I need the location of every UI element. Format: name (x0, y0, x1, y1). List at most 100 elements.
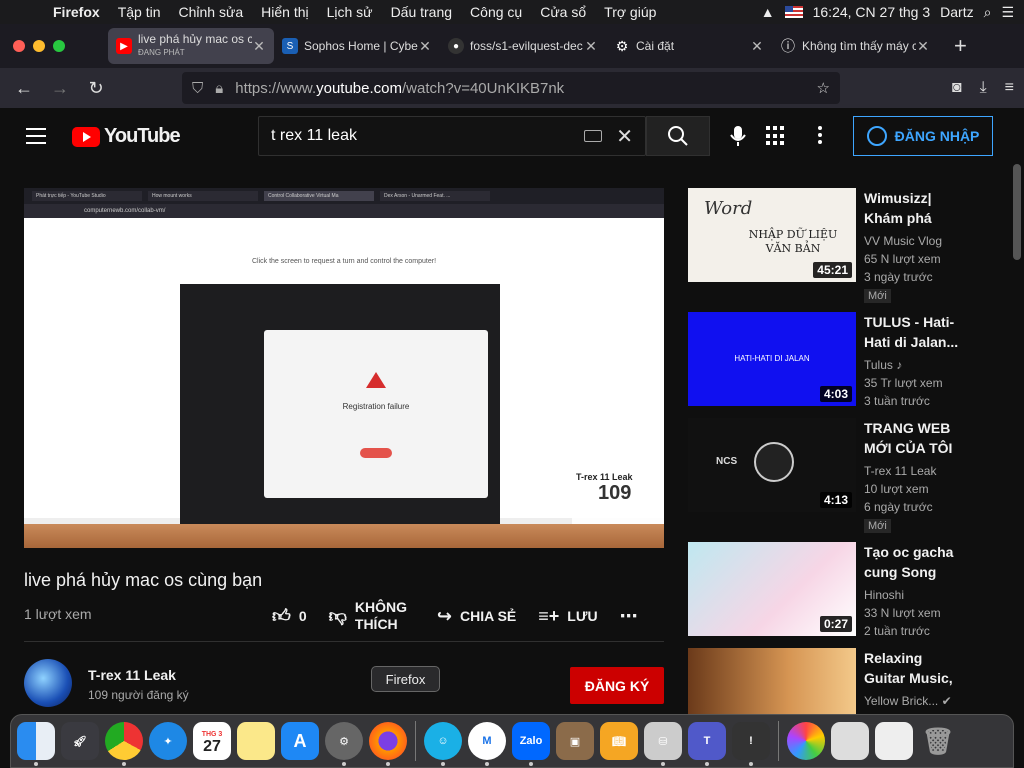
minimize-window-button[interactable] (33, 40, 45, 52)
url-bar[interactable]: ⛉ 🔒︎ https://www.youtube.com/watch?v=40U… (182, 72, 840, 104)
close-tab-icon[interactable]: ✕ (916, 38, 930, 55)
related-video-title[interactable]: TULUS - Hati-Hati di Jalan... (864, 312, 964, 352)
menubar-clock[interactable]: 16:24, CN 27 thg 3 (813, 4, 931, 20)
menu-view[interactable]: Hiển thị (252, 4, 317, 20)
disk-utility-icon[interactable]: ⛁ (644, 722, 682, 766)
teams-icon[interactable]: T (688, 722, 726, 766)
forward-arrow-icon[interactable]: → (42, 78, 78, 99)
related-video-card[interactable]: Relaxing Guitar Music, Calm... Yellow Br… (688, 648, 1008, 714)
video-thumbnail[interactable]: Word NHẬP DỮ LIỆU VĂN BẢN 45:21 (688, 188, 856, 282)
search-input[interactable] (271, 127, 585, 145)
tab-github[interactable]: ● foss/s1-evilquest-dec ✕ (440, 28, 606, 64)
video-thumbnail[interactable]: 0:27 (688, 542, 856, 636)
tab-youtube-live[interactable]: ▶ live phá hủy mac os c ĐANG PHÁT ✕ (108, 28, 274, 64)
more-actions-icon[interactable]: ⋯ (620, 606, 638, 627)
zalo-icon[interactable]: Zalo (512, 722, 550, 766)
save-button[interactable]: ≡+ LƯU (538, 606, 597, 627)
page-scrollbar[interactable] (1013, 164, 1021, 260)
package-installer-icon[interactable]: ▣ (556, 722, 594, 760)
share-button[interactable]: ↪ CHIA SẺ (437, 606, 516, 627)
menu-firefox[interactable]: Firefox (44, 4, 109, 20)
safari-compass-icon[interactable]: ✦ (149, 722, 187, 760)
related-video-channel[interactable]: Tulus ♪ (864, 356, 964, 374)
system-preferences-gear-icon[interactable]: ⚙ (325, 722, 363, 766)
menu-help[interactable]: Trợ giúp (595, 4, 665, 20)
channel-avatar[interactable] (24, 659, 72, 707)
person-app-icon[interactable]: ☺ (424, 722, 462, 766)
close-tab-icon[interactable]: ✕ (252, 38, 266, 55)
related-video-channel[interactable]: T-rex 11 Leak (864, 462, 964, 480)
document-stack-icon[interactable] (875, 722, 913, 760)
books-icon[interactable]: 📖︎ (600, 722, 638, 760)
bookmark-star-icon[interactable]: ☆ (817, 79, 830, 97)
search-button[interactable] (646, 116, 710, 156)
downloads-icon[interactable]: ⤓ (980, 79, 987, 97)
video-thumbnail[interactable] (688, 648, 856, 714)
youtube-logo[interactable]: YouTube (72, 125, 181, 148)
tab-not-found[interactable]: ⓘ Không tìm thấy máy c ✕ (772, 28, 938, 64)
related-video-card[interactable]: HATI-HATI DI JALAN 4:03 TULUS - Hati-Hat… (688, 312, 1008, 408)
like-button[interactable]: 👍︎ 0 (272, 605, 307, 627)
close-tab-icon[interactable]: ✕ (418, 38, 432, 55)
related-video-channel[interactable]: Yellow Brick... ✔ (864, 692, 964, 710)
launchpad-rocket-icon[interactable]: 🚀︎ (61, 722, 99, 760)
related-video-title[interactable]: Wimusizz| Khám phá Wo... (864, 188, 964, 228)
malwarebytes-icon[interactable]: M (468, 722, 506, 766)
menu-tools[interactable]: Công cụ (461, 4, 531, 20)
tracking-protection-shield-icon[interactable]: ⛉ (192, 80, 203, 97)
related-video-card[interactable]: 0:27 Tạo oc gacha cung Song Ng... Hinosh… (688, 542, 1008, 638)
close-tab-icon[interactable]: ✕ (584, 38, 598, 55)
settings-kebab-icon[interactable] (818, 126, 822, 144)
close-window-button[interactable] (13, 40, 25, 52)
maximize-window-button[interactable] (53, 40, 65, 52)
menu-bookmarks[interactable]: Dấu trang (382, 4, 461, 20)
clear-search-icon[interactable]: ✕ (616, 124, 633, 149)
related-video-title[interactable]: Relaxing Guitar Music, Calm... (864, 648, 964, 688)
voice-search-button[interactable] (722, 120, 754, 152)
sign-in-button[interactable]: ĐĂNG NHẬP (853, 116, 993, 156)
downloads-stack-icon[interactable] (831, 722, 869, 760)
related-video-title[interactable]: TRANG WEB MỚI CỦA TÔI (864, 418, 964, 458)
pocket-icon[interactable]: ◙ (952, 79, 962, 97)
photos-icon[interactable] (787, 722, 825, 760)
new-tab-button[interactable]: + (938, 33, 967, 59)
video-player[interactable]: Phát trực tiếp - YouTube Studio How moun… (24, 188, 664, 548)
related-video-channel[interactable]: VV Music Vlog (864, 232, 964, 250)
reload-icon[interactable]: ↻ (78, 78, 114, 99)
menu-edit[interactable]: Chỉnh sửa (170, 4, 253, 20)
firefox-icon[interactable] (369, 722, 407, 766)
back-arrow-icon[interactable]: ← (6, 78, 42, 99)
keyboard-icon[interactable] (584, 130, 603, 142)
close-tab-icon[interactable]: ✕ (750, 38, 764, 55)
notes-icon[interactable] (237, 722, 275, 760)
calendar-icon[interactable]: THG 3 27 (193, 722, 231, 760)
tab-settings[interactable]: ⚙ Cài đặt ✕ (606, 28, 772, 64)
related-video-title[interactable]: Tạo oc gacha cung Song Ng... (864, 542, 964, 582)
url-text[interactable]: https://www.youtube.com/watch?v=40UnKIKB… (235, 80, 564, 97)
menu-window[interactable]: Cửa sổ (531, 4, 595, 20)
trash-icon[interactable]: 🗑︎ (919, 722, 957, 760)
menubar-user[interactable]: Dartz (940, 4, 973, 20)
video-thumbnail[interactable]: NCS 4:13 (688, 418, 856, 512)
eject-icon[interactable]: ▲ (761, 4, 775, 20)
input-source-flag-icon[interactable] (784, 6, 803, 18)
app-menu-icon[interactable]: ≡ (1005, 79, 1014, 97)
tab-sophos[interactable]: S Sophos Home | Cybe ✕ (274, 28, 440, 64)
app-store-icon[interactable]: A (281, 722, 319, 760)
menu-history[interactable]: Lịch sử (318, 4, 382, 20)
finder-icon[interactable] (17, 722, 55, 766)
dislike-button[interactable]: 👎︎ KHÔNG THÍCH (329, 599, 415, 633)
related-video-card[interactable]: Word NHẬP DỮ LIỆU VĂN BẢN 45:21 Wimusizz… (688, 188, 1008, 303)
spotlight-search-icon[interactable]: ⌕ (984, 4, 992, 21)
channel-name[interactable]: T-rex 11 Leak (88, 667, 176, 683)
apps-grid-icon[interactable] (766, 126, 786, 146)
subscribe-button[interactable]: ĐĂNG KÝ (570, 667, 664, 704)
menu-file[interactable]: Tập tin (109, 4, 170, 20)
related-video-channel[interactable]: Hinoshi (864, 586, 964, 604)
control-center-icon[interactable]: ☰ (1001, 4, 1014, 21)
lock-icon[interactable]: 🔒︎ (215, 80, 223, 97)
chrome-icon[interactable] (105, 722, 143, 766)
hamburger-menu-icon[interactable] (26, 128, 46, 144)
related-video-card[interactable]: NCS 4:13 TRANG WEB MỚI CỦA TÔI T-rex 11 … (688, 418, 1008, 533)
alert-app-icon[interactable]: ! (732, 722, 770, 766)
